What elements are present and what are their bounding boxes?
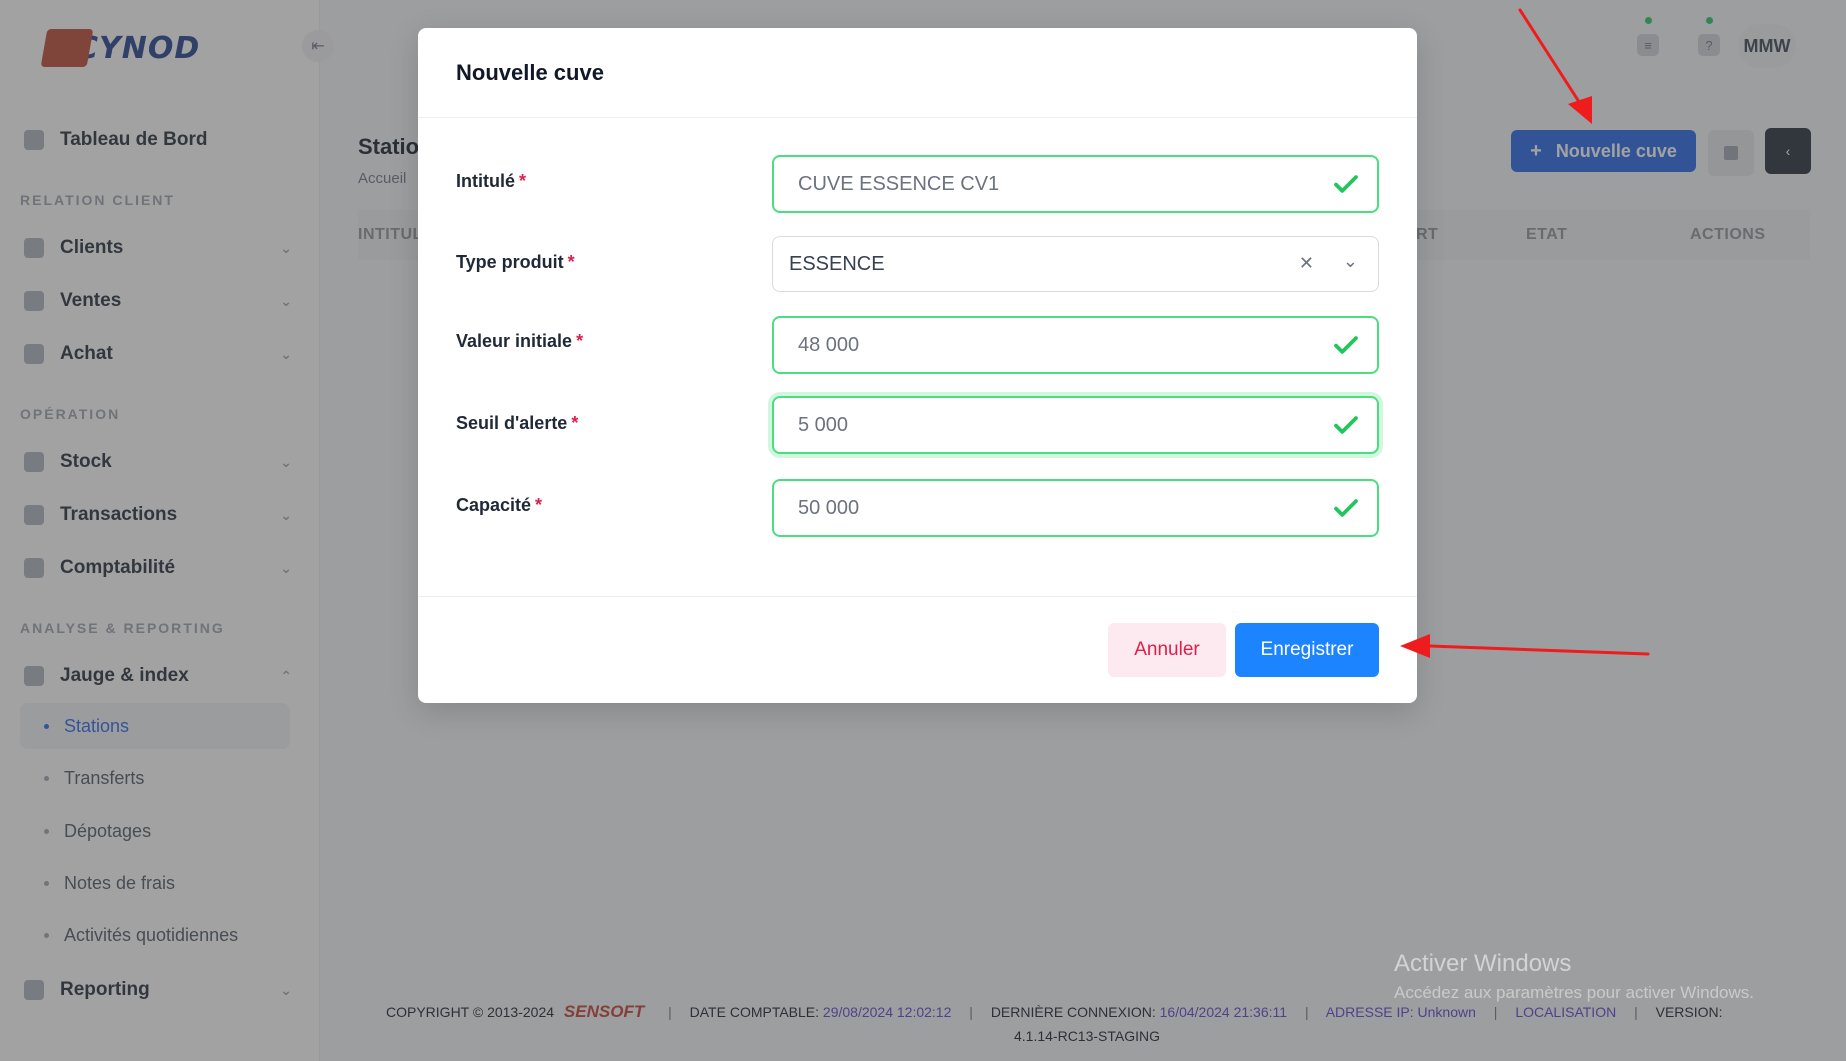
capacite-field[interactable]: [772, 479, 1379, 537]
clear-icon[interactable]: ✕: [1299, 253, 1314, 274]
label-capacite-text: Capacité: [456, 495, 532, 515]
label-valeur-initiale: Valeur initiale *: [456, 331, 583, 352]
label-valeur-initiale-text: Valeur initiale: [456, 331, 573, 351]
check-icon: [1334, 175, 1358, 193]
intitule-field[interactable]: [772, 155, 1379, 213]
required-mark: *: [519, 171, 527, 191]
label-intitule-text: Intitulé: [456, 171, 515, 191]
intitule-input[interactable]: [798, 157, 1318, 211]
modal-divider: [418, 117, 1417, 118]
new-tank-modal: Nouvelle cuve Intitulé* Type produit* ES…: [418, 28, 1417, 703]
label-seuil-alerte-text: Seuil d'alerte: [456, 413, 568, 433]
valeur-initiale-input[interactable]: [798, 318, 1318, 372]
seuil-alerte-field[interactable]: [772, 396, 1379, 454]
type-produit-value: ESSENCE: [789, 253, 885, 275]
save-button[interactable]: Enregistrer: [1235, 623, 1379, 677]
modal-footer-divider: [418, 596, 1417, 597]
check-icon: [1334, 336, 1358, 354]
windows-activation-subtitle: Accédez aux paramètres pour activer Wind…: [1394, 983, 1754, 1002]
chevron-down-icon[interactable]: ⌄: [1343, 251, 1358, 272]
cancel-button[interactable]: Annuler: [1108, 623, 1226, 677]
check-icon: [1334, 416, 1358, 434]
type-produit-select[interactable]: ESSENCE ✕ ⌄: [772, 236, 1379, 292]
required-mark: *: [576, 331, 584, 351]
check-icon: [1334, 499, 1358, 517]
label-intitule: Intitulé *: [456, 171, 526, 192]
label-type-produit: Type produit *: [456, 252, 575, 273]
label-capacite: Capacité *: [456, 495, 542, 516]
label-seuil-alerte: Seuil d'alerte *: [456, 413, 578, 434]
seuil-alerte-input[interactable]: [798, 398, 1318, 452]
valeur-initiale-field[interactable]: [772, 316, 1379, 374]
required-mark: *: [571, 413, 579, 433]
required-mark: *: [567, 252, 575, 272]
modal-title: Nouvelle cuve: [456, 60, 604, 85]
windows-activation-title: Activer Windows: [1394, 950, 1572, 977]
label-type-produit-text: Type produit: [456, 252, 564, 272]
required-mark: *: [535, 495, 543, 515]
capacite-input[interactable]: [798, 481, 1318, 535]
